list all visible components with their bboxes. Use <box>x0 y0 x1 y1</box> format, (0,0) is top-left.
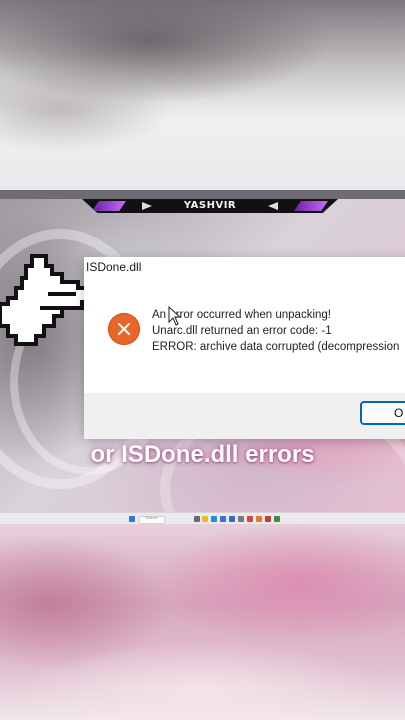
video-caption: or ISDone.dll errors <box>90 441 315 468</box>
streamer-banner: YASHVIR <box>82 199 338 213</box>
error-message-line: Unarc.dll returned an error code: -1 <box>152 325 332 337</box>
mouse-cursor-icon <box>168 306 182 326</box>
error-message-line: ERROR: archive data corrupted (decompres… <box>152 341 400 353</box>
desktop-screenshot: YASHVIR ISDone.dll An error occurred whe… <box>0 199 405 516</box>
error-icon <box>108 313 140 345</box>
app-icon[interactable] <box>274 516 280 522</box>
blurred-background-bottom <box>0 524 405 720</box>
close-x-icon <box>118 323 130 335</box>
error-dialog: ISDone.dll An error occurred when unpack… <box>84 257 405 439</box>
blurred-background-top <box>0 0 405 197</box>
app-icon[interactable] <box>265 516 271 522</box>
dialog-footer: O <box>84 393 405 439</box>
dialog-title: ISDone.dll <box>86 260 142 274</box>
dialog-body: An error occurred when unpacking! Unarc.… <box>84 291 405 393</box>
task-view-icon[interactable] <box>194 516 200 522</box>
ok-button[interactable]: O <box>360 401 405 425</box>
chrome-icon[interactable] <box>247 516 253 522</box>
taskbar-search-placeholder: Search <box>145 515 158 520</box>
banner-name: YASHVIR <box>183 200 237 211</box>
store-icon[interactable] <box>220 516 226 522</box>
divider-stripe <box>0 190 405 199</box>
mail-icon[interactable] <box>229 516 235 522</box>
app-icon[interactable] <box>256 516 262 522</box>
settings-icon[interactable] <box>238 516 244 522</box>
start-icon[interactable] <box>129 516 135 522</box>
edge-icon[interactable] <box>211 516 217 522</box>
file-explorer-icon[interactable] <box>202 516 208 522</box>
